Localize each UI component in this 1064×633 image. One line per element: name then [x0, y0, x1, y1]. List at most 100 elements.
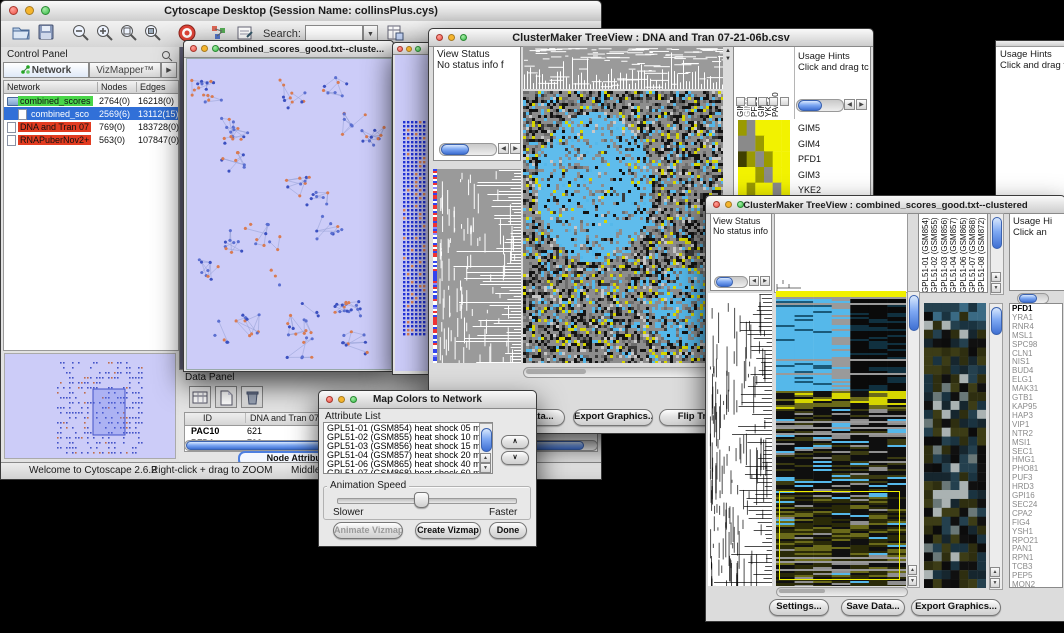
zoom-out-icon[interactable] [71, 23, 93, 45]
vscrollbar[interactable]: ▲ ▼ [479, 423, 493, 474]
export-graphics-button[interactable]: Export Graphics... [573, 409, 653, 426]
scroll-up-button[interactable]: ▲ [991, 272, 1001, 282]
heatmap-hscrollbar[interactable] [523, 367, 725, 378]
zoom-heatmap-canvas[interactable] [924, 303, 986, 588]
open-file-icon[interactable] [11, 23, 33, 45]
move-up-button[interactable]: ∧ [501, 435, 529, 449]
network-nodes-count: 563(0) [99, 135, 125, 145]
create-vizmap-button[interactable]: Create Vizmap [415, 522, 481, 539]
tab-overflow-button[interactable]: ▶ [161, 62, 177, 78]
new-attribute-icon[interactable] [215, 386, 237, 408]
delete-attribute-icon[interactable] [241, 386, 263, 408]
view-status-panel: View Status No status info f ◀ ▶ [433, 46, 521, 161]
scroll-up-button[interactable]: ▲ [908, 565, 917, 575]
row-dendrogram-canvas[interactable] [708, 293, 772, 586]
attribute-list-item[interactable]: GPL51-07 (GSM868) heat shock 60 min [325, 469, 488, 474]
network-table-row[interactable]: combined_scores2764(0)16218(0) [4, 94, 178, 107]
save-icon[interactable] [37, 23, 59, 45]
close-icon[interactable] [397, 46, 403, 52]
zoom-window-icon[interactable] [415, 46, 421, 52]
scroll-down-button[interactable]: ▼ [480, 463, 491, 473]
scroll-up-button[interactable]: ▲ [480, 453, 491, 463]
tool-icon[interactable] [736, 97, 745, 106]
column-dendrogram-canvas[interactable] [774, 213, 908, 293]
move-down-button[interactable]: ∨ [501, 451, 529, 465]
column-dendrogram-canvas[interactable] [523, 46, 723, 89]
hscrollbar[interactable] [796, 99, 844, 112]
hscrollbar[interactable] [714, 276, 748, 288]
heatmap-canvas[interactable] [776, 291, 906, 586]
tab-network[interactable]: Network [3, 62, 89, 78]
export-graphics-button[interactable]: Export Graphics... [911, 599, 1001, 616]
scroll-right-button[interactable]: ▶ [856, 99, 867, 110]
usage-hints-text: Click and drag t [1000, 60, 1064, 71]
column-header-id[interactable]: ID [203, 413, 212, 423]
network-table-row[interactable]: combined_sco2569(6)13112(15) [4, 107, 178, 120]
animation-speed-slider-thumb[interactable] [414, 492, 429, 508]
scroll-left-button[interactable]: ◀ [498, 143, 509, 154]
heatmap-canvas[interactable] [523, 91, 723, 363]
scroll-right-button[interactable]: ▶ [510, 143, 521, 154]
zoom-vscrollbar[interactable]: ▲ ▼ [989, 303, 1003, 590]
scroll-up-icon[interactable]: ▲ [724, 47, 732, 55]
column-label: PFD1 [750, 49, 757, 117]
main-titlebar[interactable]: Cytoscape Desktop (Session Name: collins… [1, 1, 601, 22]
scroll-down-button[interactable]: ▼ [908, 576, 917, 586]
tool-icon[interactable] [769, 97, 778, 106]
network-edges-count: 183728(0) [138, 122, 179, 132]
network-table-header[interactable]: Network Nodes Edges [4, 81, 178, 94]
tool-icon[interactable] [758, 97, 767, 106]
network-view-titlebar[interactable] [393, 43, 433, 55]
map-colors-dialog: Map Colors to Network Attribute List GPL… [318, 390, 537, 547]
control-panel: Control Panel Network VizMapper™ ▶ Netwo… [1, 47, 180, 461]
view-status-text: No status info [713, 226, 768, 236]
hscrollbar[interactable] [439, 143, 497, 156]
scroll-right-button[interactable]: ▶ [760, 276, 770, 286]
column-label: GPL51-07 (GSM868) [968, 215, 977, 293]
birdseye-view-canvas[interactable] [4, 353, 176, 459]
zoom-selected-icon[interactable] [143, 23, 165, 45]
treeview-titlebar[interactable]: ClusterMaker TreeView : combined_scores_… [706, 196, 1064, 214]
network-canvas[interactable] [186, 58, 392, 370]
usage-hints-title: Usage Hi [1013, 216, 1052, 227]
tool-icon[interactable] [747, 97, 756, 106]
scroll-down-button[interactable]: ▼ [990, 578, 1000, 588]
network-table-row[interactable]: RNAPuberNov2+563(0)107847(0) [4, 133, 178, 146]
treeview-titlebar[interactable]: ClusterMaker TreeView : DNA and Tran 07-… [429, 29, 873, 47]
heatmap-vscrollbar[interactable]: ▲ ▼ [907, 291, 920, 588]
attribute-table-icon[interactable] [189, 386, 211, 408]
column-label: YKE2 [764, 49, 771, 117]
scroll-left-button[interactable]: ◀ [749, 276, 759, 286]
scroll-left-button[interactable]: ◀ [844, 99, 855, 110]
tab-vizmapper[interactable]: VizMapper™ [89, 62, 161, 78]
heatmap-hscrollbar[interactable] [776, 587, 908, 597]
scroll-down-button[interactable]: ▼ [991, 283, 1001, 293]
minimize-icon[interactable] [406, 46, 412, 52]
view-status-title: View Status [713, 216, 760, 226]
status-welcome: Welcome to Cytoscape 2.6.2 [29, 465, 157, 476]
main-window-title: Cytoscape Desktop (Session Name: collins… [1, 5, 601, 17]
settings-button[interactable]: Settings... [769, 599, 829, 616]
document-icon [7, 122, 16, 133]
save-data-button[interactable]: Save Data... [841, 599, 905, 616]
done-button[interactable]: Done [489, 522, 527, 539]
zoom-in-icon[interactable] [95, 23, 117, 45]
search-input[interactable] [305, 25, 363, 41]
dialog-titlebar[interactable]: Map Colors to Network [319, 391, 536, 409]
gene-label: GIM4 [798, 137, 868, 153]
vscrollbar[interactable]: ▲ ▼ [990, 213, 1004, 295]
search-label: Search: [263, 28, 301, 40]
row-dendrogram-canvas[interactable] [437, 169, 521, 363]
tool-icon[interactable] [780, 97, 789, 106]
dialog-title: Map Colors to Network [319, 394, 536, 405]
network-view-titlebar[interactable]: combined_scores_good.txt--cluste... [184, 41, 393, 58]
zoom-toolbar [736, 97, 792, 106]
attribute-list[interactable]: GPL51-01 (GSM854) heat shock 05 minGPL51… [323, 422, 493, 474]
network-table-row[interactable]: DNA and Tran 07769(0)183728(0) [4, 120, 178, 133]
animate-vizmap-button[interactable]: Animate Vizmap [333, 522, 403, 539]
scroll-down-icon[interactable]: ▼ [724, 55, 732, 63]
scroll-up-button[interactable]: ▲ [990, 567, 1000, 577]
network-canvas[interactable] [395, 55, 431, 371]
column-labels: GIM5GIM4PFD1GIM3YKE2PAC10 [736, 49, 780, 117]
zoom-fit-icon[interactable] [119, 23, 141, 45]
